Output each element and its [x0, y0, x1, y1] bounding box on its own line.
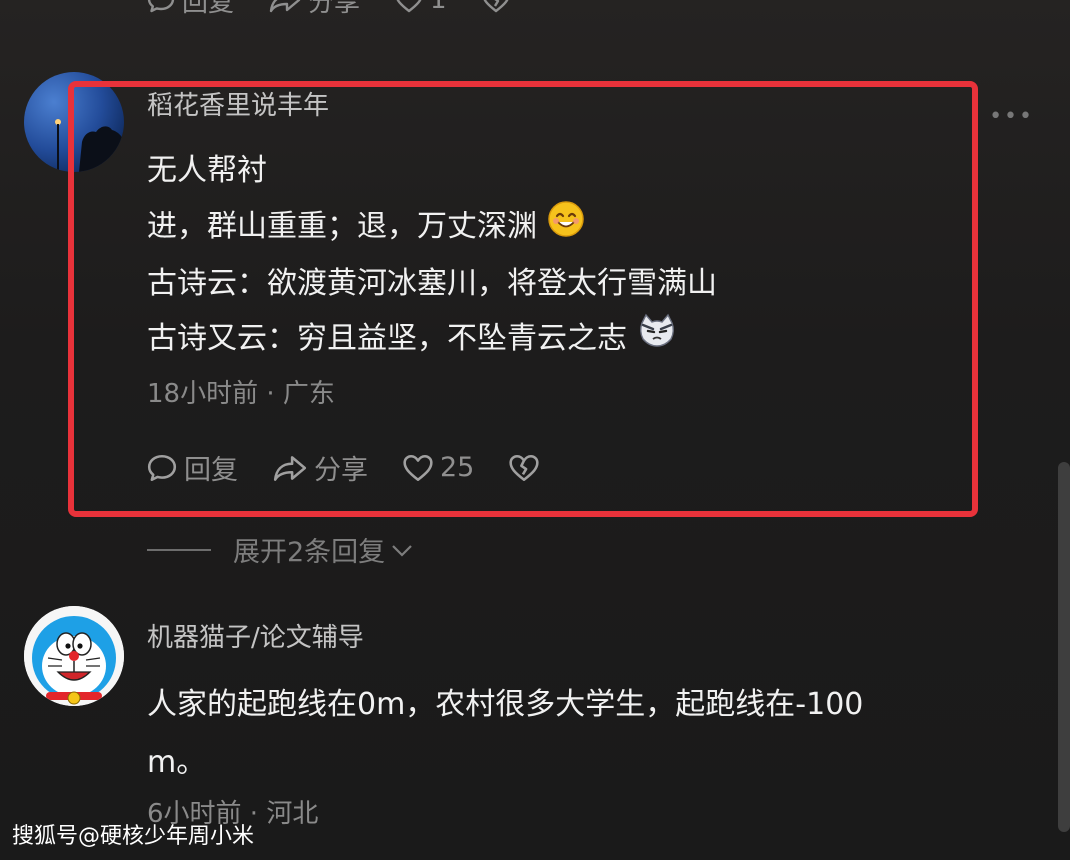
- username[interactable]: 稻花香里说丰年: [147, 85, 329, 122]
- like-button[interactable]: 25: [402, 452, 474, 483]
- previous-comment-actions: 回复 分享 1: [146, 0, 545, 18]
- reply-button[interactable]: 回复: [146, 448, 238, 487]
- broken-heart-icon: [509, 454, 539, 481]
- reply-label: 回复: [182, 0, 235, 18]
- broken-heart-icon: [483, 0, 509, 13]
- share-icon: [273, 455, 307, 481]
- like-count: 1: [430, 0, 447, 15]
- comment-meta: 18小时前 · 广东: [147, 379, 335, 409]
- reply-label: 回复: [184, 455, 238, 486]
- comment-line-1: 人家的起跑线在0m，农村很多大学生，起跑线在-100: [147, 687, 864, 722]
- avatar[interactable]: [24, 72, 124, 172]
- scrollbar[interactable]: [1058, 462, 1070, 832]
- comment-line-3: 古诗云：欲渡黄河冰塞川，将登太行雪满山: [147, 266, 717, 301]
- reply-button[interactable]: 回复: [146, 0, 234, 19]
- comment-line-1: 无人帮衬: [147, 153, 267, 188]
- expand-replies-button[interactable]: 展开2条回复: [147, 530, 415, 569]
- dislike-button[interactable]: [508, 453, 540, 483]
- comment-screen: 回复 分享 1 稻花香里说丰年 ••• 无人帮衬 进，群山重重；退，万丈深渊 古…: [0, 0, 1070, 860]
- comment-line-2: 进，群山重重；退，万丈深渊: [147, 200, 585, 246]
- divider: [147, 548, 211, 551]
- avatar[interactable]: [24, 606, 124, 706]
- share-button[interactable]: 分享: [272, 448, 368, 487]
- share-label: 分享: [308, 0, 361, 18]
- smile-emoji: [547, 200, 585, 246]
- username[interactable]: 机器猫子/论文辅导: [147, 617, 364, 654]
- heart-icon: [396, 0, 422, 13]
- like-button[interactable]: 1: [394, 0, 447, 15]
- share-icon: [269, 0, 301, 13]
- share-button[interactable]: 分享: [268, 0, 360, 19]
- comment-line-4: 古诗又云：穷且益坚，不坠青云之志: [147, 313, 677, 357]
- expand-replies-label: 展开2条回复: [233, 537, 386, 568]
- comment-icon: [147, 0, 175, 13]
- share-label: 分享: [314, 455, 368, 486]
- cat-emoji: [637, 313, 677, 357]
- dislike-button[interactable]: [481, 0, 511, 14]
- chevron-down-icon: [392, 544, 412, 557]
- comment-actions: 回复 分享 25: [146, 448, 574, 487]
- watermark: 搜狐号@硬核少年周小米: [12, 824, 255, 849]
- more-icon[interactable]: •••: [989, 104, 1034, 129]
- comment-icon: [147, 454, 177, 481]
- heart-icon: [403, 454, 433, 481]
- like-count: 25: [440, 452, 475, 483]
- comment-line-2: m。: [147, 745, 207, 780]
